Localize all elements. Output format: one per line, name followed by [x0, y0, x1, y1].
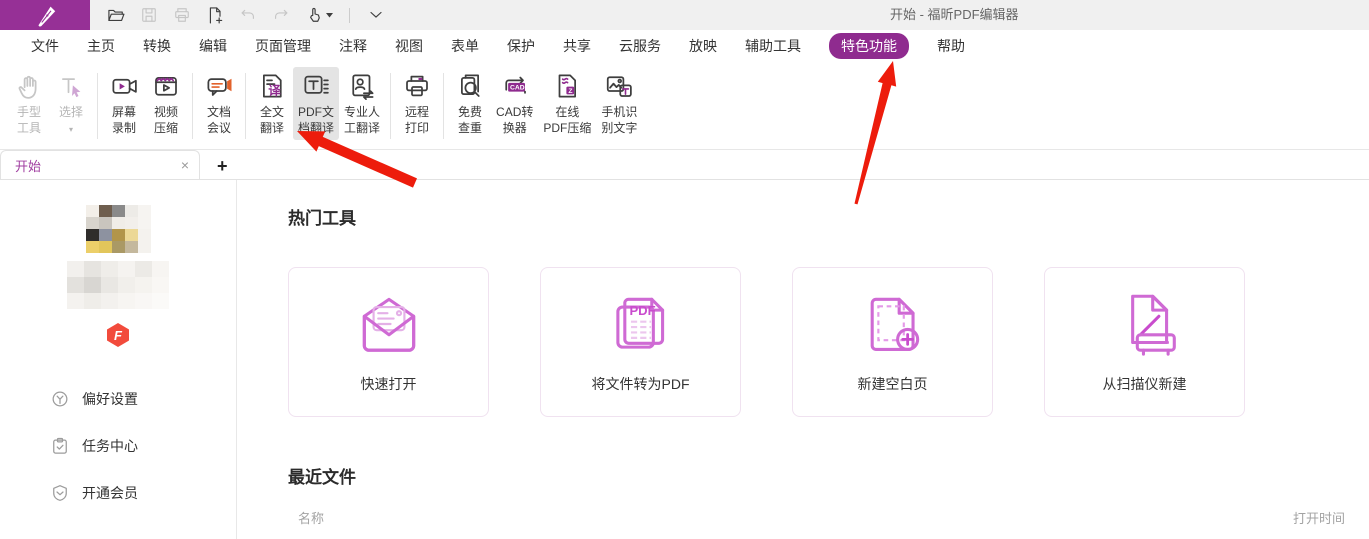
collapse-ribbon-icon[interactable]	[366, 5, 386, 25]
card-convert-to-pdf[interactable]: PDF 将文件转为PDF	[540, 267, 741, 417]
svg-text:PDF: PDF	[629, 303, 655, 318]
menu-tab-page-manage[interactable]: 页面管理	[255, 36, 311, 56]
tool-full-text-translate[interactable]: 译 全文翻译	[251, 67, 293, 140]
task-center-icon	[50, 436, 70, 456]
preferences-icon	[50, 389, 70, 409]
content-area: F 偏好设置 任务中心 开通会员 热门工具	[0, 180, 1369, 539]
membership-icon	[50, 483, 70, 503]
sidebar-item-task-center[interactable]: 任务中心	[50, 436, 236, 456]
tool-select[interactable]: 选择▾	[50, 67, 92, 142]
remote-print-icon	[402, 71, 432, 101]
window-title: 开始 - 福昕PDF编辑器	[890, 0, 1019, 30]
card-scan-create[interactable]: 从扫描仪新建	[1044, 267, 1245, 417]
print-icon[interactable]	[172, 5, 192, 25]
menu-tab-convert[interactable]: 转换	[143, 36, 171, 56]
document-tab-label: 开始	[15, 156, 41, 175]
quick-access-toolbar	[106, 5, 386, 25]
convert-to-pdf-icon: PDF	[604, 287, 678, 361]
menu-tab-form[interactable]: 表单	[451, 36, 479, 56]
touch-mode-icon[interactable]	[304, 5, 333, 25]
phone-ocr-icon	[604, 71, 634, 101]
menu-tab-edit[interactable]: 编辑	[199, 36, 227, 56]
menu-bar: 文件 主页 转换 编辑 页面管理 注释 视图 表单 保护 共享 云服务 放映 辅…	[0, 30, 1369, 62]
tool-hand[interactable]: 手型工具	[8, 67, 50, 140]
menu-tab-cloud[interactable]: 云服务	[619, 36, 661, 56]
svg-text:译: 译	[268, 84, 281, 98]
menu-tab-comment[interactable]: 注释	[339, 36, 367, 56]
pdf-doc-translate-icon	[301, 71, 331, 101]
foxit-badge-icon: F	[107, 323, 129, 347]
ribbon-toolbar: 手型工具 选择▾ 屏幕录制 视频压缩 文档会议 译 全文翻译	[0, 62, 1369, 150]
tool-doc-meeting[interactable]: 文档会议	[198, 67, 240, 140]
new-file-icon[interactable]	[205, 5, 225, 25]
menu-tab-view[interactable]: 视图	[395, 36, 423, 56]
menu-tab-share[interactable]: 共享	[563, 36, 591, 56]
open-folder-icon[interactable]	[106, 5, 126, 25]
main-panel: 热门工具 快速打开 PDF	[237, 180, 1369, 539]
ribbon-divider	[192, 73, 193, 139]
video-compress-icon	[151, 71, 181, 101]
tool-pro-translate[interactable]: 专业人工翻译	[339, 67, 385, 140]
menu-tab-present[interactable]: 放映	[689, 36, 717, 56]
menu-tab-file[interactable]: 文件	[31, 36, 59, 56]
tool-plagiarism-check[interactable]: 免费查重	[449, 67, 491, 140]
pro-translate-icon	[347, 71, 377, 101]
column-open-time[interactable]: 打开时间	[1293, 508, 1345, 527]
tool-screen-record[interactable]: 屏幕录制	[103, 67, 145, 140]
tool-online-pdf-compress[interactable]: Z 在线PDF压缩	[538, 67, 596, 140]
tool-cad-converter[interactable]: CAD CAD转换器	[491, 67, 538, 140]
select-tool-icon	[56, 71, 86, 101]
new-blank-page-icon	[856, 287, 930, 361]
svg-text:CAD: CAD	[510, 85, 525, 92]
tool-phone-ocr[interactable]: 手机识别文字	[596, 67, 642, 140]
svg-text:Z: Z	[569, 88, 573, 95]
menu-tab-help[interactable]: 帮助	[937, 36, 965, 56]
cad-converter-icon: CAD	[500, 71, 530, 101]
document-tab-bar: 开始 × +	[0, 150, 1369, 180]
doc-meeting-icon	[204, 71, 234, 101]
sidebar-menu: 偏好设置 任务中心 开通会员	[0, 389, 236, 503]
menu-tab-protect[interactable]: 保护	[507, 36, 535, 56]
menu-tab-home[interactable]: 主页	[87, 36, 115, 56]
ribbon-divider	[390, 73, 391, 139]
recent-files-header: 名称 打开时间	[288, 508, 1345, 539]
hot-tools-title: 热门工具	[288, 204, 1345, 229]
tool-video-compress[interactable]: 视频压缩	[145, 67, 187, 140]
close-tab-icon[interactable]: ×	[181, 158, 189, 172]
user-name-blurred	[67, 261, 169, 309]
toolbar-divider	[349, 8, 350, 23]
sidebar-item-preferences[interactable]: 偏好设置	[50, 389, 236, 409]
ribbon-divider	[245, 73, 246, 139]
tool-remote-print[interactable]: 远程打印	[396, 67, 438, 140]
ribbon-divider	[443, 73, 444, 139]
card-quick-open[interactable]: 快速打开	[288, 267, 489, 417]
column-name[interactable]: 名称	[298, 508, 324, 527]
quill-pen-icon	[32, 2, 58, 28]
card-new-blank-page[interactable]: 新建空白页	[792, 267, 993, 417]
quick-open-icon	[352, 287, 426, 361]
ribbon-divider	[97, 73, 98, 139]
app-logo[interactable]	[0, 0, 90, 30]
redo-icon[interactable]	[271, 5, 291, 25]
hot-tools-cards: 快速打开 PDF 将文件转为PDF	[288, 267, 1345, 417]
hand-tool-icon	[14, 71, 44, 101]
sidebar: F 偏好设置 任务中心 开通会员	[0, 180, 237, 539]
screen-record-icon	[109, 71, 139, 101]
new-tab-button[interactable]: +	[217, 157, 228, 175]
recent-files-title: 最近文件	[288, 463, 1345, 488]
menu-tab-accessibility[interactable]: 辅助工具	[745, 36, 801, 56]
dropdown-caret-icon: ▾	[69, 125, 73, 134]
title-bar: 开始 - 福昕PDF编辑器	[0, 0, 1369, 30]
user-avatar[interactable]	[86, 205, 151, 253]
save-icon[interactable]	[139, 5, 159, 25]
scan-create-icon	[1108, 287, 1182, 361]
tool-pdf-doc-translate[interactable]: PDF文档翻译	[293, 67, 339, 140]
full-text-translate-icon: 译	[257, 71, 287, 101]
sidebar-item-membership[interactable]: 开通会员	[50, 483, 236, 503]
menu-tab-special-features[interactable]: 特色功能	[829, 33, 909, 59]
online-pdf-compress-icon: Z	[552, 71, 582, 101]
document-tab-start[interactable]: 开始 ×	[0, 150, 200, 179]
plagiarism-check-icon	[455, 71, 485, 101]
undo-icon[interactable]	[238, 5, 258, 25]
